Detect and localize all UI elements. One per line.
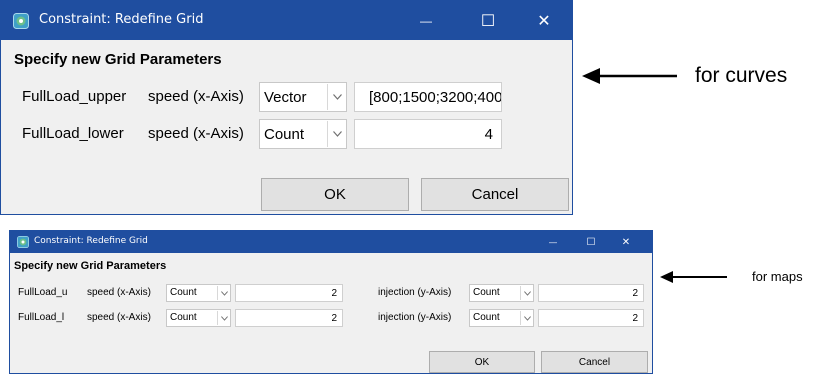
curves-dialog: Constraint: Redefine Grid — ☐ ✕ Specify …	[0, 0, 573, 215]
grid-value-field[interactable]: 4	[354, 119, 502, 149]
x-value-field[interactable]: 2	[235, 284, 343, 302]
minimize-icon[interactable]: —	[403, 1, 449, 40]
select-value: Count	[264, 126, 305, 143]
select-value: Count	[473, 312, 500, 323]
row-name: FullLoad_upper	[22, 88, 127, 105]
app-icon	[13, 13, 29, 29]
y-axis-label: injection (y-Axis)	[378, 287, 452, 298]
row-name: FullLoad_lower	[22, 125, 124, 142]
maps-dialog-titlebar[interactable]: Constraint: Redefine Grid — ☐ ✕	[10, 231, 652, 253]
app-icon	[17, 236, 29, 248]
x-mode-select[interactable]: Count	[166, 284, 231, 302]
cancel-button[interactable]: Cancel	[541, 351, 648, 373]
annotation-maps: for maps	[752, 269, 803, 284]
y-axis-label: injection (y-Axis)	[378, 312, 452, 323]
select-value: Count	[170, 312, 197, 323]
annotation-arrow	[582, 68, 677, 84]
dialog-title: Constraint: Redefine Grid	[34, 236, 148, 246]
y-value-field[interactable]: 2	[538, 309, 644, 327]
x-value-field[interactable]: 2	[235, 309, 343, 327]
x-mode-select[interactable]: Count	[166, 309, 231, 327]
close-icon[interactable]: ✕	[521, 1, 567, 40]
ok-button[interactable]: OK	[429, 351, 535, 373]
row-name: FullLoad_l	[18, 312, 65, 323]
dialog-heading: Specify new Grid Parameters	[14, 51, 222, 68]
cancel-button[interactable]: Cancel	[421, 178, 569, 211]
mode-select[interactable]: Vector	[259, 82, 347, 112]
select-value: Count	[473, 287, 500, 298]
minimize-icon[interactable]: —	[540, 231, 566, 253]
dialog-title: Constraint: Redefine Grid	[39, 12, 204, 27]
y-mode-select[interactable]: Count	[469, 309, 534, 327]
dropdown-arrow-icon[interactable]	[520, 311, 533, 325]
row-name: FullLoad_u	[18, 287, 68, 298]
dropdown-arrow-icon[interactable]	[217, 311, 230, 325]
select-value: Count	[170, 287, 197, 298]
dialog-heading: Specify new Grid Parameters	[14, 260, 167, 272]
maps-dialog: Constraint: Redefine Grid — ☐ ✕ Specify …	[9, 230, 653, 374]
y-mode-select[interactable]: Count	[469, 284, 534, 302]
annotation-arrow	[660, 271, 727, 283]
close-icon[interactable]: ✕	[613, 231, 639, 253]
axis-label: speed (x-Axis)	[148, 88, 244, 105]
x-axis-label: speed (x-Axis)	[87, 312, 151, 323]
ok-button[interactable]: OK	[261, 178, 409, 211]
annotation-curves: for curves	[695, 64, 788, 87]
select-value: Vector	[264, 89, 307, 106]
grid-value-field[interactable]: [800;1500;3200;400	[354, 82, 502, 112]
dropdown-arrow-icon[interactable]	[217, 286, 230, 300]
dropdown-arrow-icon[interactable]	[520, 286, 533, 300]
y-value-field[interactable]: 2	[538, 284, 644, 302]
maximize-icon[interactable]: ☐	[465, 1, 511, 40]
x-axis-label: speed (x-Axis)	[87, 287, 151, 298]
maximize-icon[interactable]: ☐	[578, 231, 604, 253]
mode-select[interactable]: Count	[259, 119, 347, 149]
curves-dialog-titlebar[interactable]: Constraint: Redefine Grid — ☐ ✕	[1, 1, 572, 40]
axis-label: speed (x-Axis)	[148, 125, 244, 142]
dropdown-arrow-icon[interactable]	[327, 84, 346, 110]
dropdown-arrow-icon[interactable]	[327, 121, 346, 147]
